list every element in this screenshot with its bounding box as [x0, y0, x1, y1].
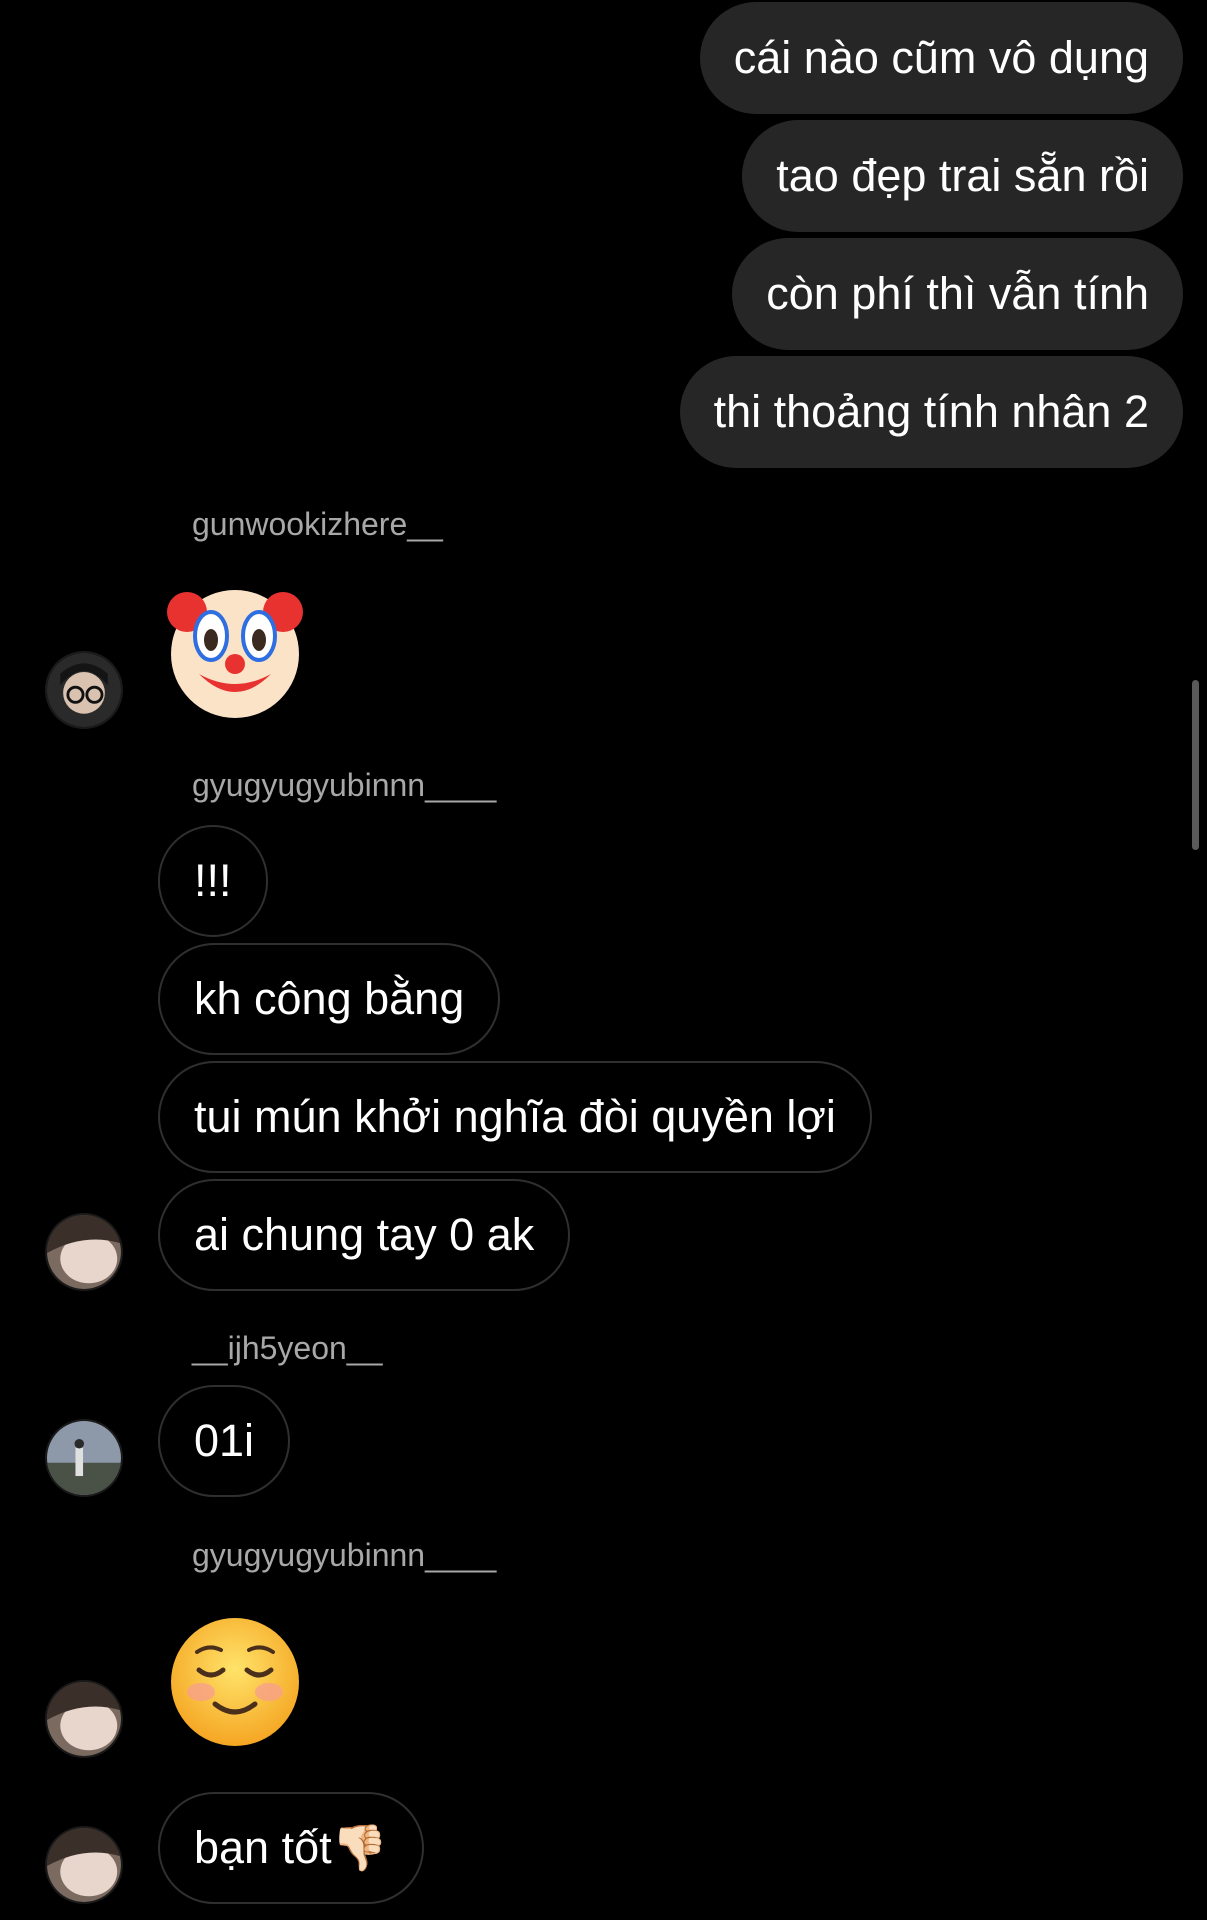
outgoing-message[interactable]: còn phí thì vẫn tính [732, 238, 1183, 350]
sender-name: gyugyugyubinnn____ [192, 1537, 497, 1573]
outgoing-message[interactable]: cái nào cũm vô dụng [699, 2, 1183, 114]
smiling-face-icon[interactable] [165, 1612, 305, 1752]
scrollbar-thumb[interactable] [1192, 680, 1199, 850]
sender-name: __ijh5yeon__ [192, 1330, 383, 1366]
incoming-message[interactable]: !!! [158, 825, 268, 937]
avatar[interactable] [45, 1826, 123, 1904]
avatar[interactable] [45, 651, 123, 729]
outgoing-message[interactable]: thi thoảng tính nhân 2 [679, 356, 1183, 468]
outgoing-message[interactable]: tao đẹp trai sẵn rồi [742, 120, 1183, 232]
avatar[interactable] [45, 1213, 123, 1291]
incoming-message[interactable]: kh công bằng [158, 943, 501, 1055]
incoming-message[interactable]: ai chung tay 0 ak [158, 1179, 571, 1291]
clown-face-icon[interactable] [165, 582, 305, 722]
incoming-message[interactable]: bạn tốt👎🏻 [158, 1792, 424, 1904]
avatar[interactable] [45, 1419, 123, 1497]
incoming-message[interactable]: tui mún khởi nghĩa đòi quyền lợi [158, 1061, 872, 1173]
sender-name: gunwookizhere__ [192, 506, 443, 542]
sender-name: gyugyugyubinnn____ [192, 767, 497, 803]
avatar[interactable] [45, 1680, 123, 1758]
incoming-message[interactable]: 01i [158, 1385, 291, 1497]
